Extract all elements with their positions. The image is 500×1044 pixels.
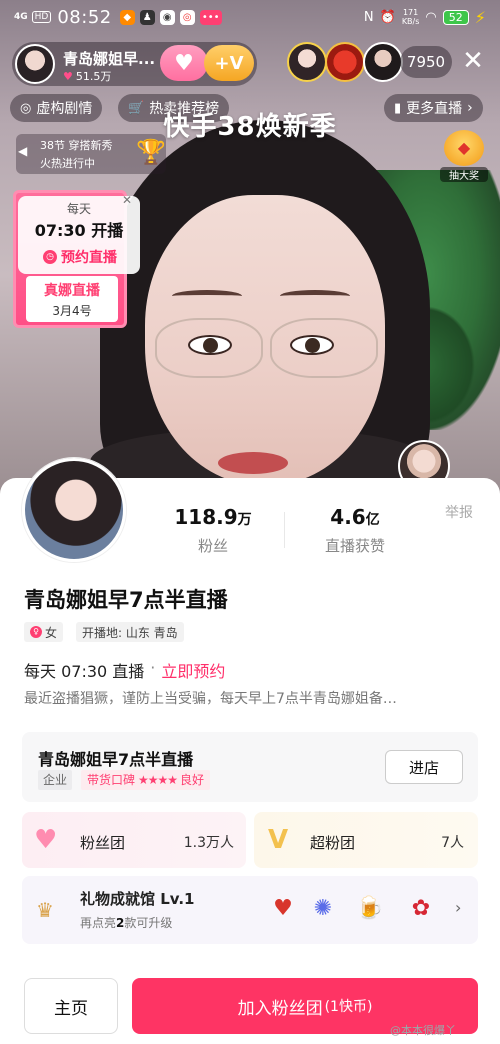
heart-icon: ♥ [63,69,73,83]
live-date-card: 真娜直播 3月4号 [26,276,118,322]
reservation-time: 07:30 开播 [34,221,124,240]
streamer-avatar[interactable] [15,44,55,84]
streamer-face [172,290,242,302]
divider [284,512,285,548]
wifi-icon: ◠ [425,9,437,25]
fans-stat: 118.9万 粉丝 [174,505,252,555]
reservation-daily: 每天 [66,202,91,216]
super-fan-club-count: 7人 [441,835,464,851]
crown-icon: ♛ [36,898,54,922]
charging-icon: ⚡ [474,7,486,27]
live-date: 3月4号 [52,304,92,318]
shop-name: 青岛娜姐早7点半直播 [38,750,194,769]
hd-badge: HD [31,11,52,23]
female-icon: ♀ [30,626,42,638]
report-link[interactable]: 举报 [445,502,473,522]
live-date-title: 真娜直播 [44,283,100,299]
heart-icon: ♥ [174,50,194,76]
streamer-glasses [155,318,263,378]
chevron-right-icon[interactable]: › [455,898,461,917]
streamer-likes: ♥ 51.5万 [63,69,112,84]
live-schedule: 每天 07:30 直播 · 立即预约 [24,658,226,682]
rating-stars: ★★★★ [138,773,178,787]
gender-tag: ♀ 女 [24,622,64,642]
heart-icon: ♥ [34,825,58,855]
app-notification-icon: ◆ [119,9,135,25]
enter-shop-button[interactable]: 进店 [385,750,463,784]
network-speed: 171 KB/s [401,8,420,26]
gift-hall-title: 礼物成就馆 Lv.1 [80,890,195,908]
app-notification-icon: ••• [199,9,222,25]
task-subtitle: 火热进行中 [40,157,95,170]
nfc-icon: N [363,9,374,25]
gift-beer-icon: 🍺 [356,896,384,921]
gift-rose-icon: ✿ [411,896,431,921]
clock-time: 08:52 [57,6,112,28]
fan-club-count: 1.3万人 [183,835,234,851]
reserve-live-button[interactable]: ◷ 预约直播 [28,244,132,270]
collapse-arrow-icon[interactable]: ◀ [18,144,27,158]
shop-rating: 带货口碑 ★★★★ 良好 [81,770,211,790]
viewer-count[interactable]: 7950 [400,46,452,78]
trophy-icon[interactable]: 🏆 [136,138,166,166]
signal-label: 4G [14,12,28,22]
enterprise-tag: 企业 [38,770,73,790]
reserve-now-link[interactable]: 立即预约 [161,658,225,682]
gift-kiss-icon: ♥ [273,896,293,921]
top-viewer-avatar[interactable] [325,42,365,82]
lottery-icon: ◆ [444,130,484,166]
streamer-name[interactable]: 青岛娜姐早... [63,48,155,69]
likes-stat: 4.6亿 直播获赞 [324,505,385,555]
v-badge-icon: V [268,825,289,855]
profile-title: 青岛娜姐早7点半直播 [24,588,228,612]
top-viewer-avatar[interactable] [363,42,403,82]
gift-hall-subtitle: 再点亮2款可升级 [80,916,173,930]
fan-club-name: 粉丝团 [80,834,126,852]
home-button[interactable]: 主页 [24,978,118,1034]
battery-level: 52 [442,9,469,25]
streamer-face [280,290,350,302]
streamer-face [218,452,288,474]
lottery-widget[interactable]: ◆ 抽大奖 [440,130,488,182]
gift-firework-icon: ✺ [313,896,333,921]
streamer-glasses [270,318,378,378]
top-viewer-avatar[interactable] [287,42,327,82]
clock-icon: ◷ [43,250,57,264]
app-notification-icon: ◎ [179,9,195,25]
location-tag: 开播地: 山东 青岛 [76,622,184,642]
app-notification-icon: ◉ [159,9,175,25]
alarm-icon: ⏰ [379,9,396,25]
follow-button[interactable]: +V [204,45,254,81]
lottery-label: 抽大奖 [440,167,488,182]
watermark: @本本很爆丫 [390,1024,456,1037]
profile-description[interactable]: 最近盗播猖獗，谨防上当受骗，每天早上7点半青岛娜姐备… [24,688,484,708]
close-icon[interactable]: ✕ [458,46,488,76]
profile-avatar[interactable] [22,458,126,562]
app-notification-icon: ♟ [139,9,155,25]
super-fan-club-name: 超粉团 [310,834,356,852]
task-title: 38节 穿搭新秀 [40,139,113,152]
status-bar: 4G HD 08:52 ◆ ♟ ◉ ◎ ••• N ⏰ 171 KB/s ◠ 52… [0,0,500,34]
fan-club-heart-button[interactable]: ♥ [160,45,208,81]
